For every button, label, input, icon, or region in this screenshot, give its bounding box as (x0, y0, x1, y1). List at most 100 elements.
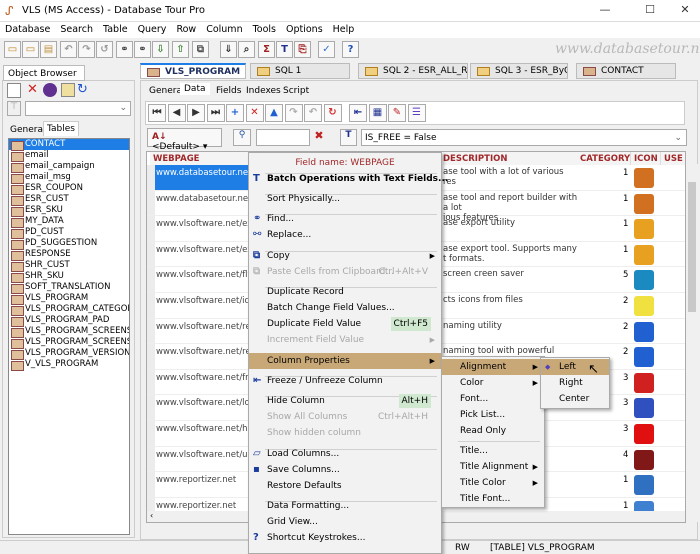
submenu-item-color[interactable]: Color ▶ (442, 375, 544, 391)
table-list-item[interactable]: V_VLS_PROGRAM (9, 359, 129, 371)
cell-category[interactable]: 1 (623, 194, 628, 204)
cell-description[interactable]: cts icons from files (443, 295, 578, 305)
table-list-item[interactable]: MY_DATA (9, 216, 129, 228)
doc-tab[interactable]: SQL 3 - ESR_ByCou... (470, 63, 568, 79)
program-icon[interactable] (634, 219, 654, 240)
menu-item-find[interactable]: ⚭ Find... (249, 211, 441, 227)
doc-tab[interactable]: SQL 1 (250, 63, 350, 79)
toolbar-button-icon[interactable]: ⇧ (172, 41, 189, 58)
cell-category[interactable]: 3 (623, 424, 628, 434)
program-icon[interactable] (634, 193, 654, 214)
menu-item-freeze-unfreeze-column[interactable]: ⇤ Freeze / Unfreeze Column (249, 373, 441, 389)
doc-tab[interactable]: SQL 2 - ESR_ALL_RE... (358, 63, 468, 79)
menu-item-copy[interactable]: ⧉ Copy ▶ (249, 248, 441, 264)
menu-row[interactable]: Row (171, 22, 201, 37)
submenu-item-pick-list[interactable]: Pick List... (442, 407, 544, 423)
cell-category[interactable]: 1 (623, 168, 628, 178)
table-list-item[interactable]: PD_SUGGESTION (9, 238, 129, 250)
nav-button-icon[interactable]: + (226, 104, 244, 122)
toolbar-button-icon[interactable]: ⚭ (116, 41, 133, 58)
submenu-item-font[interactable]: Font... (442, 391, 544, 407)
menu-item-hide-column[interactable]: Hide Column Alt+H (249, 393, 441, 409)
toolbar-button-icon[interactable]: ? (342, 41, 359, 58)
table-list-item[interactable]: RESPONSE (9, 249, 129, 261)
column-header-icon[interactable]: ICON (631, 152, 661, 165)
tab-fields[interactable]: Fields (212, 85, 245, 97)
column-header-description[interactable]: DESCRIPTION (443, 152, 579, 165)
menu-item-shortcut-keystrokes[interactable]: ? Shortcut Keystrokes... (249, 530, 441, 546)
submenu-item-title-color[interactable]: Title Color ▶ (442, 475, 544, 491)
nav-button-icon[interactable]: ↻ (323, 104, 342, 122)
database-icon[interactable] (43, 83, 57, 97)
cell-webpage[interactable]: www.reportizer.net (156, 475, 248, 485)
cell-webpage[interactable]: www.databasetour.net (156, 168, 248, 178)
submenu-item-read-only[interactable]: Read Only (442, 423, 544, 439)
cell-webpage[interactable]: www.reportizer.net (156, 501, 248, 511)
menu-item-duplicate-field-value[interactable]: Duplicate Field Value Ctrl+F5 (249, 316, 441, 332)
column-header-webpage[interactable]: WEBPAGE (150, 152, 250, 165)
cell-category[interactable]: 3 (623, 373, 628, 383)
toolbar-button-icon[interactable]: ⧉ (192, 41, 209, 58)
nav-button-icon[interactable]: ▦ (368, 104, 387, 122)
toolbar-button-icon[interactable]: T (276, 41, 293, 58)
table-list-item[interactable]: VLS_PROGRAM_CATEGORY (9, 304, 129, 316)
toolbar-button-icon[interactable]: ⚭ (134, 41, 151, 58)
nav-button-icon[interactable]: ☰ (407, 104, 426, 122)
program-icon[interactable] (634, 347, 654, 368)
nav-button-icon[interactable]: ▲ (265, 104, 283, 122)
menu-item-restore-defaults[interactable]: Restore Defaults (249, 478, 441, 494)
cell-category[interactable]: 3 (623, 398, 628, 408)
cell-category[interactable]: 2 (623, 296, 628, 306)
refresh-icon[interactable]: ↻ (77, 82, 88, 97)
cell-webpage[interactable]: www.vlsoftware.net/icons (156, 296, 248, 306)
alignment-right[interactable]: Right (541, 375, 609, 391)
menu-search[interactable]: Search (55, 22, 98, 37)
program-icon[interactable] (634, 270, 654, 291)
table-list-item[interactable]: ESR_CUST (9, 194, 129, 206)
program-icon[interactable] (634, 449, 654, 470)
program-icon[interactable] (634, 398, 654, 419)
cell-category[interactable]: 2 (623, 347, 628, 357)
menu-tools[interactable]: Tools (248, 22, 281, 37)
filter-icon[interactable]: ⊤ (7, 101, 21, 116)
menu-item-load-columns[interactable]: ▱ Load Columns... (249, 446, 441, 462)
toolbar-button-icon[interactable]: Σ (258, 41, 275, 58)
search-input[interactable] (256, 129, 310, 146)
toolbar-button-icon[interactable]: ⌕ (238, 41, 255, 58)
filter-expression[interactable]: IS_FREE = False ⌄ (361, 129, 687, 146)
table-list-item[interactable]: ESR_SKU (9, 205, 129, 217)
menu-item-duplicate-record[interactable]: Duplicate Record (249, 284, 441, 300)
submenu-item-title-font[interactable]: Title Font... (442, 491, 544, 507)
toolbar-button-icon[interactable]: ↶ (60, 41, 77, 58)
menu-item-column-properties[interactable]: Column Properties ▶ (249, 353, 441, 369)
minimize-button[interactable]: — (590, 3, 620, 19)
menu-item-save-columns[interactable]: ▪ Save Columns... (249, 462, 441, 478)
table-list-item[interactable]: CONTACT (9, 139, 129, 151)
doc-tab[interactable]: CONTACT (576, 63, 676, 79)
cell-category[interactable]: 1 (623, 245, 628, 255)
program-icon[interactable] (634, 372, 654, 393)
toolbar-button-icon[interactable]: ▭ (22, 41, 39, 58)
cell-webpage[interactable]: www.vlsoftware.net/expo (156, 245, 248, 255)
cell-description[interactable]: ase export tool. Supports many t formats… (443, 244, 578, 264)
cell-description[interactable]: ase tool with a lot of various res (443, 167, 578, 187)
sort-dropdown[interactable]: A↓ <Default> ▾ (147, 128, 222, 152)
column-header-use[interactable]: USE (661, 152, 685, 165)
toolbar-button-icon[interactable]: ▤ (40, 41, 57, 58)
object-browser-tab[interactable]: Object Browser (3, 65, 85, 81)
menu-item-batch-operations-with-text-fields[interactable]: T Batch Operations with Text Fields... (249, 171, 448, 187)
cell-webpage[interactable]: www.vlsoftware.net/flying (156, 270, 248, 280)
filter-icon[interactable]: T (340, 129, 357, 146)
column-header-category[interactable]: CATEGORY (577, 152, 631, 165)
table-list-item[interactable]: VLS_PROGRAM_PAD (9, 315, 129, 327)
nav-button-icon[interactable]: ⇤ (349, 104, 367, 122)
program-icon[interactable] (634, 244, 654, 265)
menu-item-data-formatting[interactable]: Data Formatting... (249, 498, 441, 514)
program-icon[interactable] (634, 475, 654, 496)
new-icon[interactable] (7, 83, 21, 98)
cell-webpage[interactable]: www.vlsoftware.net/ua/pa (156, 450, 248, 460)
maximize-button[interactable]: ☐ (635, 3, 665, 19)
cell-webpage[interactable]: www.vlsoftware.net/hano (156, 424, 248, 434)
tab-script[interactable]: Script (279, 85, 313, 97)
table-list-item[interactable]: VLS_PROGRAM_SCREENSHOT (9, 326, 129, 338)
